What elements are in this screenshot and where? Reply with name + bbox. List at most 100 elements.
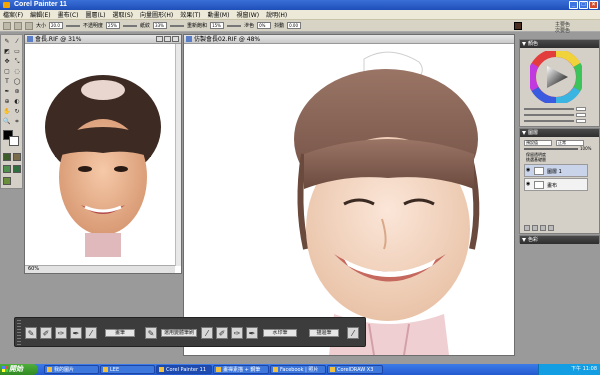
- dynamic-plugins-icon[interactable]: [540, 225, 546, 231]
- maximize-button[interactable]: □: [579, 1, 588, 9]
- hue-slider[interactable]: [524, 108, 574, 110]
- color-set-header[interactable]: 色彩: [520, 236, 599, 244]
- main-color-swatch[interactable]: [514, 22, 522, 30]
- reference-scrollbar[interactable]: [175, 44, 181, 266]
- crop-tool-icon[interactable]: ⌗: [13, 118, 21, 126]
- resat-slider[interactable]: [227, 24, 242, 27]
- cloner-tool-icon[interactable]: ⊛: [13, 88, 21, 96]
- task-sketch[interactable]: 畫禪素描 + 鋼筆: [213, 365, 269, 374]
- menu-edit[interactable]: 編輯(E): [30, 10, 50, 19]
- brush-tool-icon[interactable]: ✎: [3, 38, 11, 46]
- painting-canvas[interactable]: [184, 44, 514, 355]
- brush-pencil-icon[interactable]: ✎: [25, 327, 37, 339]
- palette-grip[interactable]: [17, 320, 21, 346]
- saturation-slider[interactable]: [524, 114, 574, 116]
- opacity-field[interactable]: 25%: [106, 22, 121, 29]
- brush-conte-icon[interactable]: ✑: [231, 327, 243, 339]
- close-button[interactable]: ×: [589, 1, 598, 9]
- menu-help[interactable]: 說明(H): [266, 10, 287, 19]
- value-slider[interactable]: [524, 120, 574, 122]
- eye-icon[interactable]: ◉: [526, 168, 531, 173]
- brush-label-1[interactable]: 畫筆: [105, 329, 135, 337]
- menu-shapes[interactable]: 向量圖形(H): [140, 10, 173, 19]
- brush-smudge-icon[interactable]: ✎: [145, 327, 157, 339]
- menu-window[interactable]: 視窗(W): [236, 10, 259, 19]
- grabber-tool-icon[interactable]: ✋: [3, 108, 11, 116]
- composite-method-select[interactable]: 預設值: [524, 140, 552, 146]
- rubber-stamp-icon[interactable]: ⊕: [3, 98, 11, 106]
- layer-mask-icon[interactable]: [532, 225, 538, 231]
- magnifier-tool-icon[interactable]: 🔍: [3, 118, 11, 126]
- look-selector-icon[interactable]: [3, 177, 11, 185]
- rotate-page-icon[interactable]: ↻: [13, 108, 21, 116]
- brush-ink-icon[interactable]: ✒: [246, 327, 258, 339]
- brush-label-4[interactable]: 描邊筆: [309, 329, 339, 337]
- task-painter[interactable]: Corel Painter 11: [156, 365, 212, 374]
- menu-layers[interactable]: 圖層(L): [86, 10, 106, 19]
- brush-label-2[interactable]: 選用變體筆刷: [161, 329, 197, 337]
- brush-blender-icon[interactable]: ✑: [55, 327, 67, 339]
- shape-tool-icon[interactable]: ◯: [13, 78, 21, 86]
- layer-adjuster-icon[interactable]: ✥: [3, 58, 11, 66]
- new-layer-icon[interactable]: [524, 225, 530, 231]
- brush-pastel-icon[interactable]: ✐: [216, 327, 228, 339]
- size-field[interactable]: 20.0: [49, 22, 64, 29]
- eye-icon[interactable]: ◉: [526, 182, 531, 187]
- menu-file[interactable]: 檔案(F): [3, 10, 23, 19]
- pick-up-underlying-checkbox[interactable]: 挑選基礎層: [526, 157, 546, 163]
- stroke-type-icon[interactable]: [14, 21, 22, 30]
- reset-tool-icon[interactable]: [25, 21, 33, 30]
- menu-select[interactable]: 選取(S): [113, 10, 134, 19]
- task-my-pictures[interactable]: 我的圖片: [44, 365, 99, 374]
- brush-chalk-icon[interactable]: ⁄: [201, 327, 213, 339]
- menu-effects[interactable]: 效果(T): [180, 10, 200, 19]
- doc-minimize-button[interactable]: [156, 36, 163, 42]
- start-button[interactable]: 開始: [0, 364, 38, 375]
- brush-label-3[interactable]: 水印筆: [263, 329, 297, 337]
- brush-dab-icon[interactable]: [3, 21, 11, 30]
- doc-maximize-button[interactable]: [164, 36, 171, 42]
- resat-field[interactable]: 15%: [210, 22, 225, 29]
- color-wheel[interactable]: [530, 51, 582, 103]
- brush-eraser-icon[interactable]: ⁄: [347, 327, 359, 339]
- dropper-tool-icon[interactable]: ⁄: [13, 38, 21, 46]
- task-coreldraw[interactable]: CorelDRAW X3: [327, 365, 383, 374]
- bleed-field[interactable]: 0%: [257, 22, 272, 29]
- size-slider[interactable]: [66, 24, 81, 27]
- jitter-field[interactable]: 0.00: [287, 22, 302, 29]
- delete-layer-icon[interactable]: [548, 225, 554, 231]
- doc-close-button[interactable]: [172, 36, 179, 42]
- layer-opacity-slider[interactable]: [524, 148, 578, 150]
- opacity-slider[interactable]: [123, 24, 138, 27]
- paint-bucket-icon[interactable]: ◩: [3, 48, 11, 56]
- value-field[interactable]: [576, 119, 586, 123]
- brush-oil-icon[interactable]: ✒: [70, 327, 82, 339]
- colors-panel-header[interactable]: 顏色: [520, 40, 599, 48]
- menu-canvas[interactable]: 畫布(C): [58, 10, 79, 19]
- gradient-selector-icon[interactable]: [3, 165, 11, 173]
- text-tool-icon[interactable]: T: [3, 78, 11, 86]
- additional-color-chip[interactable]: [9, 136, 19, 146]
- layer-row-canvas[interactable]: ◉ 畫布: [524, 178, 588, 191]
- reference-window-title[interactable]: 會長.RIF @ 31%: [25, 35, 181, 44]
- task-lee[interactable]: LEE: [100, 365, 155, 374]
- main-window-title[interactable]: 仿製會長02.RIF @ 48%: [184, 35, 514, 44]
- minimize-button[interactable]: _: [569, 1, 578, 9]
- saturation-field[interactable]: [576, 113, 586, 117]
- pen-tool-icon[interactable]: ✒: [3, 88, 11, 96]
- pattern-selector-icon[interactable]: [13, 153, 21, 161]
- eraser-tool-icon[interactable]: ▭: [13, 48, 21, 56]
- layer-row-1[interactable]: ◉ 圖層 1: [524, 164, 588, 177]
- lasso-tool-icon[interactable]: ◌: [13, 68, 21, 76]
- nozzle-selector-icon[interactable]: [13, 165, 21, 173]
- clock[interactable]: 下午 11:08: [571, 366, 597, 372]
- hue-field[interactable]: [576, 107, 586, 111]
- paper-selector-icon[interactable]: [3, 153, 11, 161]
- task-facebook[interactable]: Facebook | 照片: [270, 365, 326, 374]
- brush-watercolor-icon[interactable]: ⁄: [85, 327, 97, 339]
- layers-panel-header[interactable]: 圖層: [520, 129, 599, 137]
- transform-tool-icon[interactable]: ⤡: [13, 58, 21, 66]
- grain-field[interactable]: 33%: [153, 22, 168, 29]
- grain-slider[interactable]: [170, 24, 185, 27]
- dodge-tool-icon[interactable]: ◐: [13, 98, 21, 106]
